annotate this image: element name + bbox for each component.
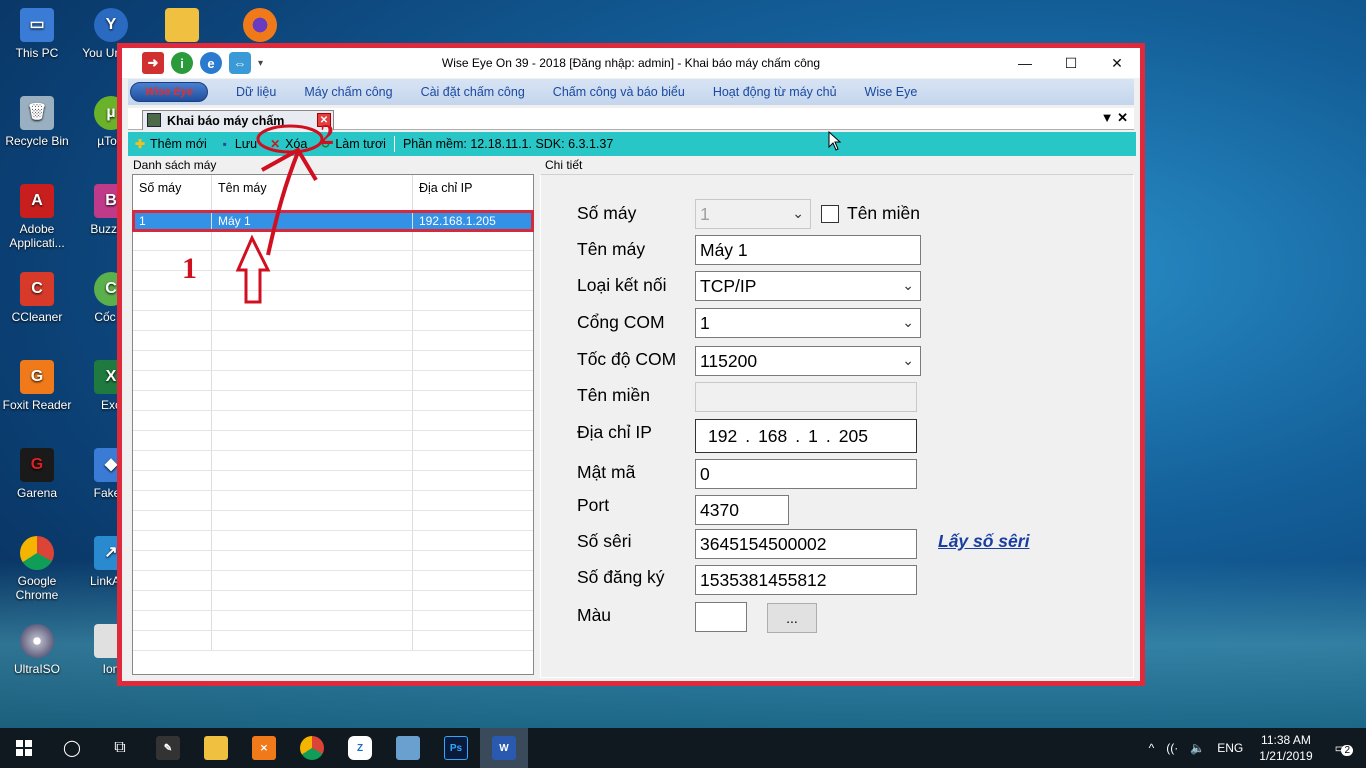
taskbar-app-photoshop[interactable]: Ps [432,728,480,768]
search-button[interactable]: ◯ [48,728,96,768]
taskbar-app-xampp[interactable]: ⨯ [240,728,288,768]
clock[interactable]: 11:38 AM 1/21/2019 [1259,732,1312,764]
taskbar-app-wiseeye[interactable]: W [480,728,528,768]
pointer-arrow [266,151,300,256]
annotation-arrows [235,124,324,304]
task-view-button[interactable]: ⧉ [96,728,144,768]
mouse-cursor-icon [828,131,842,151]
taskbar-app-generic[interactable] [384,728,432,768]
wise-eye-icon: W [492,736,516,760]
taskbar: ◯ ⧉ ✎ ⨯ Z Ps W ^ ((· 🔈 ENG 11:38 AM 1/21… [0,728,1366,768]
language-indicator[interactable]: ENG [1217,741,1243,755]
app-icon [396,736,420,760]
notepad-icon: ✎ [156,736,180,760]
start-button[interactable] [0,728,48,768]
clock-time: 11:38 AM [1261,733,1311,747]
speaker-icon[interactable]: 🔈 [1190,741,1205,755]
taskbar-app-chrome[interactable] [288,728,336,768]
notification-count: 2 [1341,745,1353,756]
network-icon[interactable]: ((· [1166,741,1178,755]
action-center-button[interactable]: ▭ 2 [1329,741,1353,756]
photoshop-icon: Ps [444,736,468,760]
taskbar-app-zalo[interactable]: Z [336,728,384,768]
chrome-icon [300,736,324,760]
clock-date: 1/21/2019 [1259,749,1313,763]
taskbar-app-explorer[interactable] [192,728,240,768]
task-view-icon: ⧉ [114,739,126,756]
xampp-icon: ⨯ [252,736,276,760]
zalo-icon: Z [348,736,372,760]
up-arrow-icon [235,234,271,304]
system-tray: ^ ((· 🔈 ENG 11:38 AM 1/21/2019 ▭ 2 [1143,728,1366,768]
folder-icon [204,736,228,760]
windows-icon [16,740,32,756]
search-circle-icon: ◯ [63,740,81,757]
chevron-up-icon[interactable]: ^ [1149,741,1155,755]
taskbar-app-notepad[interactable]: ✎ [144,728,192,768]
highlight-circle [256,124,324,154]
